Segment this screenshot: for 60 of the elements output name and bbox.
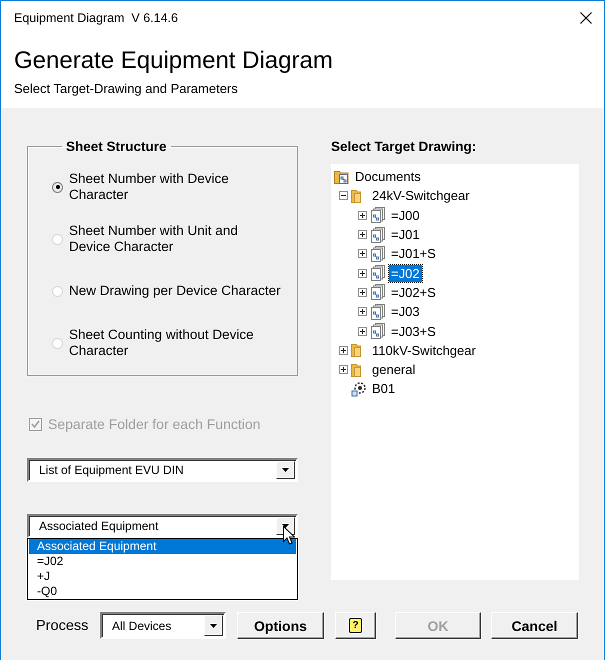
caret-icon [282,524,289,528]
dialog-button[interactable]: Cancel [491,612,578,639]
dropdown-field[interactable]: All Devices [100,612,226,639]
tree-item[interactable]: =J00 [389,206,422,224]
tree-item[interactable]: =J01 [389,226,422,244]
radio-option[interactable]: New Drawing per Device Character [52,272,281,310]
dropdown-field[interactable]: Associated Equipment [27,514,298,538]
expand-icon[interactable] [358,210,367,220]
documents-folder-icon [334,168,350,185]
tree-item[interactable]: 110kV-Switchgear [370,342,478,359]
expand-icon[interactable] [358,268,367,278]
close-button[interactable] [578,10,594,26]
tree-item[interactable]: general [370,361,418,378]
section-title: Select Target Drawing: [331,139,478,155]
check-icon [31,420,40,428]
expand-icon[interactable] [358,288,367,297]
tree-item[interactable]: =J03 [389,303,422,320]
radio-option[interactable]: Sheet Number with Unit and Device Character [52,220,281,258]
dropdown-option[interactable]: -Q0 [29,584,296,599]
document-stack-icon [370,207,386,224]
expand-icon[interactable] [358,326,367,336]
dialog-button[interactable]: Options [237,612,324,639]
process-label: Process [36,618,90,634]
collapse-icon[interactable] [339,191,348,200]
document-stack-icon [370,284,386,300]
dialog-heading: Generate Equipment Diagram [14,47,334,75]
tree-item[interactable]: =J02+S [389,284,438,301]
dropdown-option[interactable]: =J02 [29,554,296,569]
document-stack-icon [370,304,386,320]
dropdown-arrow-button[interactable] [204,615,223,636]
expand-icon[interactable] [339,346,348,355]
document-stack-icon [370,265,386,282]
tree-item[interactable]: =J01+S [389,245,438,262]
dropdown-arrow-button[interactable] [276,461,295,479]
dropdown-field[interactable]: List of Equipment EVU DIN [27,458,298,482]
caret-icon [210,624,217,628]
window-title: Equipment Diagram V 6.14.6 [14,10,178,24]
expand-icon[interactable] [358,249,367,258]
close-icon [580,12,592,24]
dialog-subtitle: Select Target-Drawing and Parameters [14,81,239,96]
help-button[interactable]: ? [335,612,376,639]
tree-item[interactable]: 24kV-Switchgear [370,187,472,204]
gear-icon [351,380,367,397]
radio-icon[interactable] [52,182,63,192]
expand-icon[interactable] [358,230,367,240]
tree-item[interactable]: Documents [353,168,423,186]
radio-option[interactable]: Sheet Number with Device Character [52,168,281,206]
radio-option[interactable]: Sheet Counting without Device Character [52,324,281,362]
document-stack-icon [370,323,386,340]
expand-icon[interactable] [358,307,367,316]
caret-icon [282,468,289,472]
document-stack-icon [370,246,386,262]
tree-item[interactable]: =J03+S [389,322,438,340]
tree-item[interactable]: B01 [370,380,398,398]
tree-item[interactable]: =J02 [389,264,422,282]
expand-icon[interactable] [339,365,348,374]
group-title: Sheet Structure [65,139,168,154]
dropdown-option[interactable]: +J [29,569,296,584]
dropdown-option[interactable]: Associated Equipment [29,539,296,554]
document-stack-icon [370,226,386,243]
